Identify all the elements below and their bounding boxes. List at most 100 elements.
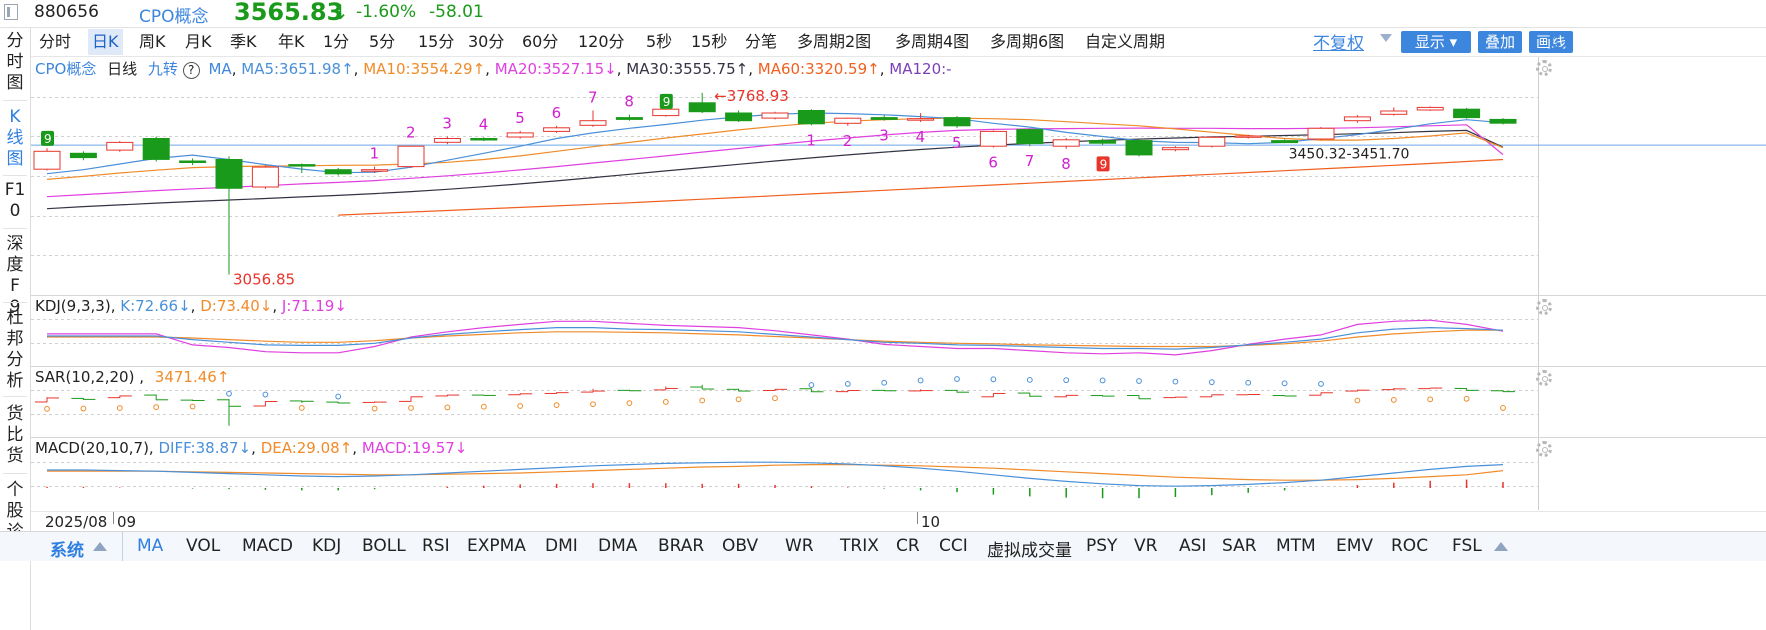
indicator-tab-9[interactable]: DMA <box>598 536 637 556</box>
period-tab-16[interactable]: 多周期4图 <box>891 29 973 55</box>
indicator-tab-8[interactable]: DMI <box>545 536 578 556</box>
indicator-tab-13[interactable]: TRIX <box>840 536 879 556</box>
sar-dot <box>1318 381 1324 387</box>
macd-pane[interactable]: MACD(20,10,7), DIFF:38.87↓, DEA:29.08↑, … <box>31 438 1766 510</box>
sar-dot <box>881 379 888 386</box>
indicator-tab-12[interactable]: WR <box>785 536 814 556</box>
period-tab-6[interactable]: 1分 <box>319 29 353 55</box>
sar-dot <box>990 376 997 383</box>
period-tab-13[interactable]: 15秒 <box>687 29 731 55</box>
nine-turn-count: 2 <box>843 132 853 150</box>
legend-ma5: MA5:3651.98↑ <box>241 60 354 78</box>
sar-dot <box>1463 395 1470 402</box>
settings-gear-icon[interactable] <box>1536 370 1552 386</box>
help-icon[interactable]: ? <box>182 62 200 79</box>
sar-pane[interactable]: SAR(10,2,20) , 3471.46↑ <box>31 367 1766 438</box>
nine-turn-count: 8 <box>1061 155 1071 173</box>
indicator-tab-1[interactable]: MA <box>137 536 163 556</box>
period-tab-4[interactable]: 季K <box>226 29 261 55</box>
indicator-tab-19[interactable]: ASI <box>1179 536 1206 556</box>
tab-kline[interactable]: K线图 <box>0 107 30 170</box>
indicator-tab-7[interactable]: EXPMA <box>467 536 526 556</box>
period-tab-1[interactable]: 日K <box>88 29 123 55</box>
tab-intraday[interactable]: 分时图 <box>0 31 30 94</box>
period-tab-5[interactable]: 年K <box>274 29 309 55</box>
sar-dot <box>808 382 815 388</box>
indicator-tab-20[interactable]: SAR <box>1222 536 1257 556</box>
period-tab-9[interactable]: 30分 <box>464 29 508 55</box>
indicator-tab-21[interactable]: MTM <box>1276 536 1316 556</box>
refresh-icon[interactable] <box>1551 33 1567 49</box>
legend-ma: MA <box>208 60 232 78</box>
indicator-tab-18[interactable]: VR <box>1134 536 1157 556</box>
indicator-tab-3[interactable]: MACD <box>242 536 293 556</box>
indicator-tab-24[interactable]: FSL <box>1452 536 1482 556</box>
indicator-tab-22[interactable]: EMV <box>1336 536 1373 556</box>
indicator-tab-14[interactable]: CR <box>896 536 920 556</box>
indicator-tab-16[interactable]: 虚拟成交量 <box>987 536 1072 561</box>
indicator-tab-11[interactable]: OBV <box>722 536 758 556</box>
indicator-tab-6[interactable]: RSI <box>422 536 450 556</box>
macd-name: MACD(20,10,7) <box>35 439 149 457</box>
candle-body <box>433 138 461 143</box>
indicator-tab-15[interactable]: CCI <box>939 536 968 556</box>
candle-body <box>1307 127 1335 140</box>
indicator-tab-0[interactable]: 系统 <box>50 536 84 561</box>
period-tab-14[interactable]: 分笔 <box>741 29 781 55</box>
period-tab-11[interactable]: 120分 <box>574 29 629 55</box>
candle-body <box>543 127 571 132</box>
indicator-tab-17[interactable]: PSY <box>1086 536 1117 556</box>
macd-dea: DEA:29.08↑ <box>260 439 353 457</box>
display-button[interactable]: 显示 ▾ <box>1401 31 1471 53</box>
period-tab-18[interactable]: 自定义周期 <box>1081 29 1169 55</box>
candle-body <box>1416 106 1444 111</box>
settings-gear-icon[interactable] <box>1536 60 1552 76</box>
tab-depth-f9[interactable]: 深度F9 <box>0 234 30 318</box>
nine-turn-count: 5 <box>952 134 962 152</box>
sar-dot <box>444 404 451 411</box>
legend-nine-turn[interactable]: 九转 <box>148 60 178 78</box>
sar-dot <box>1063 377 1070 384</box>
sar-dot <box>298 405 305 411</box>
tab-dupont[interactable]: 杜邦分析 <box>0 308 30 392</box>
kdj-j-line <box>47 319 1504 356</box>
candle-body <box>361 169 389 172</box>
candle-body <box>615 117 643 120</box>
period-tab-3[interactable]: 月K <box>181 29 216 55</box>
stock-name[interactable]: CPO概念 <box>139 2 209 27</box>
period-tab-15[interactable]: 多周期2图 <box>793 29 875 55</box>
period-tab-17[interactable]: 多周期6图 <box>986 29 1068 55</box>
macd-value: MACD:19.57↓ <box>361 439 468 457</box>
sar-dot <box>1245 379 1252 386</box>
settings-gear-icon[interactable] <box>1536 299 1552 315</box>
overlay-button[interactable]: 叠加 <box>1478 31 1522 53</box>
scroll-up-icon[interactable] <box>1494 542 1508 551</box>
candle-body <box>288 164 316 167</box>
date-tick-09: 09 <box>117 513 137 531</box>
low-label: 3056.85 <box>233 270 295 288</box>
nine-turn-count: 7 <box>1025 152 1035 170</box>
kline-chart-pane[interactable]: ←3768.93 3056.85 3450.32-3451.70 1 2 3 4 5 6 7 8 1 2… <box>31 57 1766 296</box>
period-tab-8[interactable]: 15分 <box>414 29 458 55</box>
indicator-tab-5[interactable]: BOLL <box>362 536 406 556</box>
tab-f10[interactable]: F10 <box>0 180 30 222</box>
period-tab-0[interactable]: 分时 <box>35 29 75 55</box>
sar-dot <box>335 393 342 400</box>
kline-chart[interactable]: ←3768.93 3056.85 3450.32-3451.70 1 2 3 4 5 6 7 8 1 2… <box>31 57 1766 295</box>
adjust-mode-dropdown[interactable]: 不复权 <box>1313 29 1364 54</box>
sar-chart[interactable] <box>31 367 1766 437</box>
tab-compare[interactable]: 货比货 <box>0 404 30 467</box>
checkbox-icon[interactable] <box>4 4 18 20</box>
period-tab-12[interactable]: 5秒 <box>642 29 676 55</box>
indicator-tab-2[interactable]: VOL <box>186 536 220 556</box>
indicator-tab-23[interactable]: ROC <box>1391 536 1428 556</box>
period-tab-2[interactable]: 周K <box>135 29 170 55</box>
period-tab-7[interactable]: 5分 <box>365 29 399 55</box>
kdj-pane[interactable]: KDJ(9,3,3), K:72.66↓, D:73.40↓, J:71.19↓ <box>31 296 1766 367</box>
expand-up-icon[interactable] <box>93 542 107 551</box>
indicator-tab-10[interactable]: BRAR <box>658 536 704 556</box>
indicator-tab-4[interactable]: KDJ <box>312 536 341 556</box>
period-tab-10[interactable]: 60分 <box>518 29 562 55</box>
settings-gear-icon[interactable] <box>1536 441 1552 457</box>
chevron-down-icon[interactable] <box>1380 34 1392 42</box>
